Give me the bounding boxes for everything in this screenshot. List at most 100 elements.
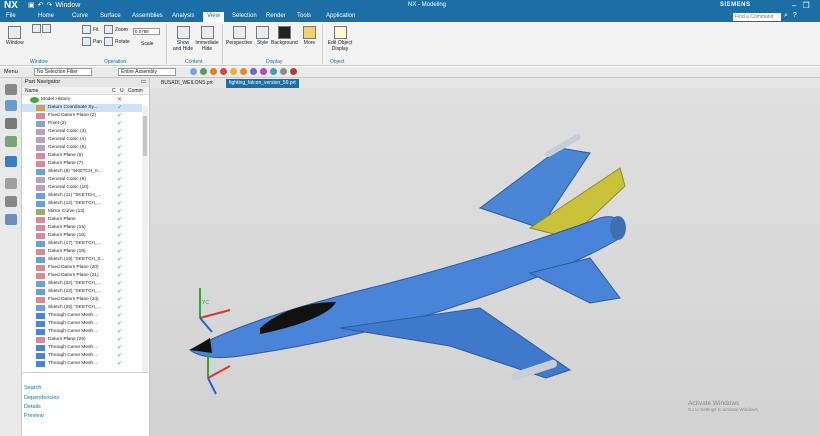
tree-row[interactable]: Fixed Datum Plane (2) ✓	[22, 112, 142, 120]
fit-button[interactable]: Fit	[82, 25, 99, 35]
minimize-icon[interactable]: –	[792, 0, 796, 11]
section-preview[interactable]: Preview	[24, 413, 44, 419]
tree-row[interactable]: General Conic (10) ✓	[22, 184, 142, 192]
tree-row[interactable]: Datum Plane (15) ✓	[22, 224, 142, 232]
tree-row[interactable]: Sketch (8) "SKETCH_0... ✓	[22, 168, 142, 176]
more-button[interactable]: More	[303, 26, 316, 46]
select-icon-8[interactable]	[260, 68, 267, 75]
tab-tools[interactable]: Tools	[297, 13, 311, 19]
navigator-menu-icon[interactable]: ▭	[141, 78, 146, 87]
select-icon-6[interactable]	[240, 68, 247, 75]
assembly-navigator-icon[interactable]	[5, 118, 17, 129]
tab-analysis[interactable]: Analysis	[172, 13, 194, 19]
tree-row[interactable]: Sketch (25) "SKETCH_... ✓	[22, 304, 142, 312]
zoom-scale-input[interactable]: 0.0788	[133, 28, 160, 35]
select-icon-5[interactable]	[230, 68, 237, 75]
search-icon[interactable]: ⌕	[784, 12, 788, 20]
roles-icon[interactable]	[5, 196, 17, 207]
tree-row[interactable]: General Conic (5) ✓	[22, 144, 142, 152]
tab-assemblies[interactable]: Assemblies	[132, 13, 163, 19]
fighter-jet-model[interactable]	[150, 88, 820, 436]
file-tab-fighting-falcon[interactable]: fighting_falcon_version_59.prt	[226, 79, 299, 88]
style-button[interactable]: Style	[256, 26, 269, 46]
undo-icon[interactable]: ↶	[38, 1, 44, 10]
tab-file[interactable]: File	[6, 13, 16, 19]
edit-object-display-button[interactable]: Edit Object Display	[326, 26, 354, 52]
tree-row[interactable]: General Conic (4) ✓	[22, 136, 142, 144]
selection-scope-dropdown[interactable]: Entire Assembly	[118, 68, 176, 76]
window-button[interactable]: Window	[6, 26, 24, 46]
tree-row[interactable]: General Conic (3) ✓	[22, 128, 142, 136]
section-details[interactable]: Details	[24, 404, 41, 410]
select-icon-3[interactable]	[210, 68, 217, 75]
tree-row[interactable]: Datum Plane (7) ✓	[22, 160, 142, 168]
layout-2-icon[interactable]	[42, 24, 51, 33]
section-dependencies[interactable]: Dependencies	[24, 395, 59, 401]
perspective-button[interactable]: Perspective	[226, 26, 252, 46]
tab-view[interactable]: View	[203, 12, 224, 22]
tree-row[interactable]: Sketch (12) "SKETCH_... ✓	[22, 200, 142, 208]
column-c[interactable]: C	[112, 87, 116, 95]
tree-row[interactable]: Datum Plane (16) ✓	[22, 232, 142, 240]
tree-row[interactable]: Sketch (11) "SKETCH_... ✓	[22, 192, 142, 200]
tree-row[interactable]: Sketch (22) "SKETCH_... ✓	[22, 280, 142, 288]
save-icon[interactable]: ▣	[28, 1, 35, 10]
help-icon[interactable]: ?	[793, 12, 797, 20]
tree-row[interactable]: Datum Plane (29) ✓	[22, 336, 142, 344]
select-icon-7[interactable]	[250, 68, 257, 75]
select-icon-4[interactable]	[220, 68, 227, 75]
tree-row[interactable]: Sketch (17) "SKETCH_... ✓	[22, 240, 142, 248]
selection-filter-dropdown[interactable]: No Selection Filter	[34, 68, 92, 76]
tree-row[interactable]: Through Curve Mesh ... ✓	[22, 312, 142, 320]
redo-icon[interactable]: ↷	[47, 1, 53, 10]
constraint-navigator-icon[interactable]	[5, 136, 17, 147]
column-comment[interactable]: Comm	[128, 87, 143, 95]
part-navigator-icon[interactable]	[5, 100, 17, 111]
background-button[interactable]: Background	[271, 26, 298, 46]
tree-row[interactable]: Datum Plane ✓	[22, 216, 142, 224]
tree-row[interactable]: Mirror Curve (13) ✓	[22, 208, 142, 216]
tree-row[interactable]: Datum Plane (18) ✓	[22, 248, 142, 256]
tree-row[interactable]: Datum Coordinate Sy... ✓	[22, 104, 142, 112]
select-icon-9[interactable]	[270, 68, 277, 75]
tree-row[interactable]: Through Curve Mesh ... ✓	[22, 360, 142, 368]
tree-row[interactable]: Sketch (19) "SKETCH_0... ✓	[22, 256, 142, 264]
tree-row[interactable]: General Conic (9) ✓	[22, 176, 142, 184]
tree-row[interactable]: Through Curve Mesh ... ✓	[22, 328, 142, 336]
tree-row[interactable]: Fixed Datum Plane (24) ✓	[22, 296, 142, 304]
tree-row[interactable]: Through Curve Mesh ... ✓	[22, 344, 142, 352]
select-icon-1[interactable]	[190, 68, 197, 75]
immediate-hide-button[interactable]: Immediate Hide	[194, 26, 220, 52]
show-hide-button[interactable]: Show and Hide	[172, 26, 194, 52]
window-menu[interactable]: Window	[55, 1, 80, 10]
column-u[interactable]: U	[120, 87, 124, 95]
tree-row[interactable]: Through Curve Mesh ... ✓	[22, 352, 142, 360]
column-name[interactable]: Name	[25, 87, 38, 95]
tree-row[interactable]: Through Curve Mesh ... ✓	[22, 320, 142, 328]
settings-icon[interactable]	[5, 84, 17, 95]
tab-surface[interactable]: Surface	[100, 13, 121, 19]
tree-row[interactable]: Point (2) ✓	[22, 120, 142, 128]
menu-button[interactable]: Menu	[4, 69, 18, 75]
rotate-button[interactable]: Rotate	[104, 37, 130, 47]
select-icon-2[interactable]	[200, 68, 207, 75]
pan-button[interactable]: Pan	[82, 37, 102, 47]
file-tab-busadi[interactable]: BUSADI_WEILONS.prt	[158, 79, 216, 88]
web-browser-icon[interactable]	[5, 214, 17, 225]
tab-home[interactable]: Home	[38, 13, 54, 19]
select-icon-10[interactable]	[280, 68, 287, 75]
tree-row[interactable]: Fixed Datum Plane (21) ✓	[22, 272, 142, 280]
reuse-library-icon[interactable]	[5, 156, 17, 167]
zoom-button[interactable]: Zoom	[104, 25, 128, 35]
find-command-input[interactable]: Find a Command	[733, 13, 781, 21]
navigator-scrollbar[interactable]	[142, 106, 148, 372]
model-history-row[interactable]: Model History ✕	[22, 96, 142, 104]
layout-buttons[interactable]	[32, 24, 51, 34]
tree-row[interactable]: Fixed Datum Plane (20) ✓	[22, 264, 142, 272]
history-icon[interactable]	[5, 178, 17, 189]
select-icon-11[interactable]	[290, 68, 297, 75]
layout-1-icon[interactable]	[32, 24, 41, 33]
tree-row[interactable]: Datum Plane (6) ✓	[22, 152, 142, 160]
tab-selection[interactable]: Selection	[232, 13, 257, 19]
tab-application[interactable]: Application	[326, 13, 355, 19]
